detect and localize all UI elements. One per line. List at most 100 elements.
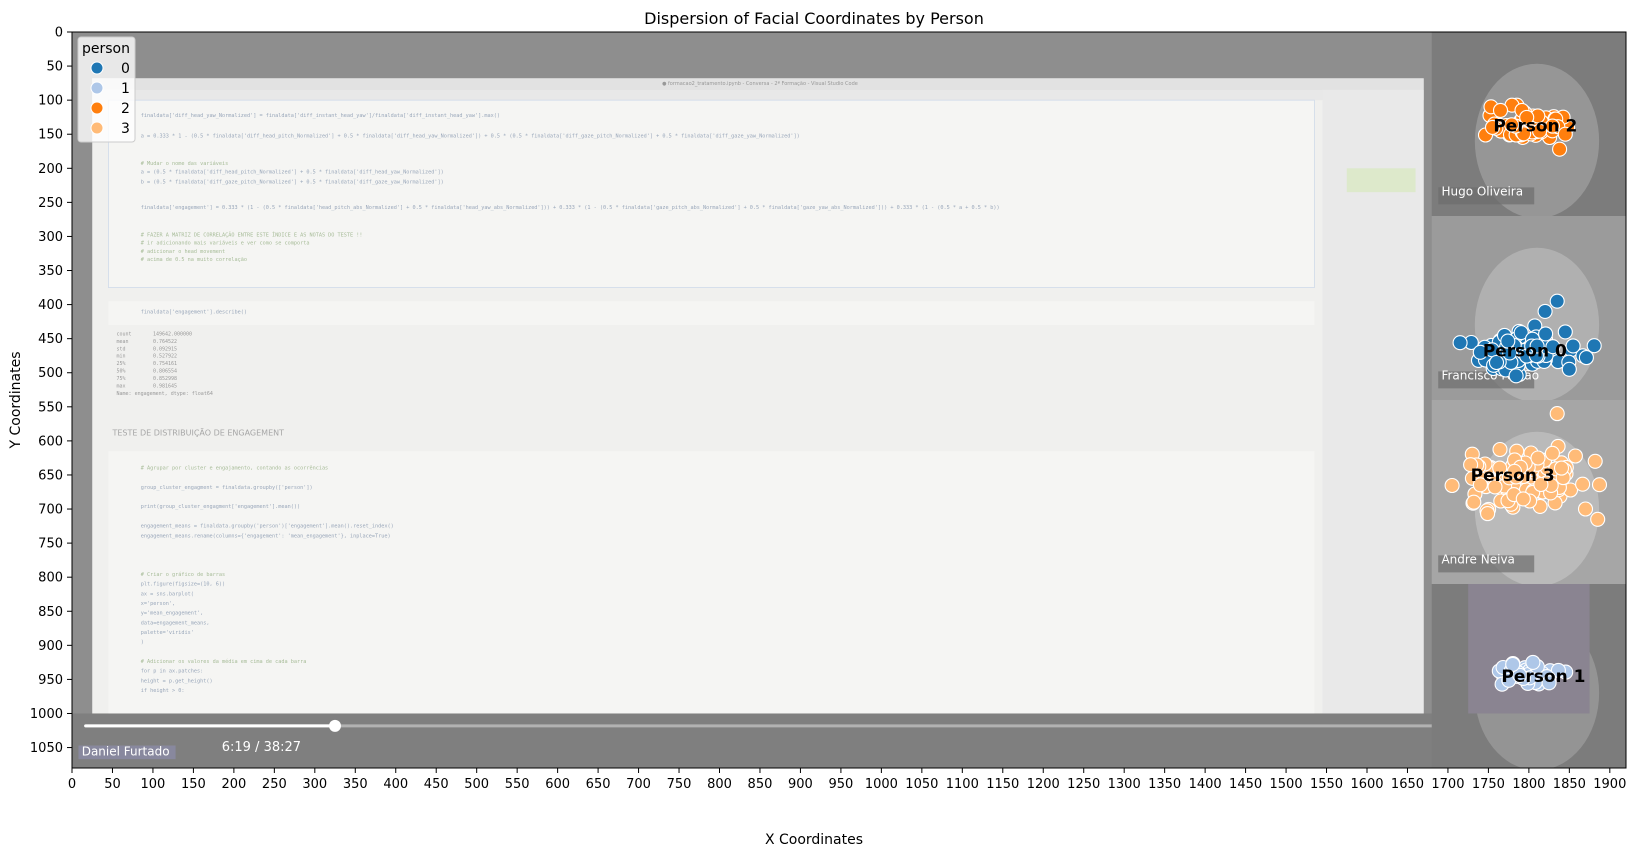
- data-point: [1567, 448, 1583, 464]
- data-point: [1492, 441, 1508, 458]
- y-tick-label: 600: [38, 434, 63, 449]
- x-tick-label: 1700: [1431, 777, 1464, 792]
- legend-marker: [90, 101, 104, 115]
- x-tick-label: 850: [748, 777, 773, 792]
- x-tick-label: 1400: [1189, 777, 1222, 792]
- data-point: [1590, 511, 1606, 527]
- x-tick-label: 200: [221, 777, 246, 792]
- x-axis: 0 50 100 150 200 250 300 350 400 450 500 550 600 650 7…: [68, 768, 1626, 792]
- x-axis-title: X Coordinates: [765, 832, 863, 848]
- data-point: [1492, 102, 1509, 118]
- y-tick-label: 200: [38, 162, 63, 177]
- x-tick-label: 1100: [946, 777, 979, 792]
- data-point: [1578, 350, 1594, 366]
- x-tick-label: 650: [586, 777, 611, 792]
- x-tick-label: 1900: [1593, 777, 1626, 792]
- data-point: [1466, 494, 1482, 510]
- video-frame-background: ● formacao2_tratamento.ipynb - Conversa …: [72, 32, 1626, 768]
- data-point: [1444, 477, 1460, 494]
- x-tick-label: 800: [707, 777, 732, 792]
- data-point: [1452, 335, 1468, 351]
- y-tick-label: 650: [38, 468, 63, 483]
- x-tick-label: 1150: [986, 777, 1019, 792]
- y-tick-label: 900: [38, 639, 63, 654]
- x-tick-label: 1000: [865, 777, 898, 792]
- x-tick-label: 1750: [1472, 777, 1505, 792]
- data-point: [1561, 361, 1577, 377]
- legend-marker: [90, 121, 104, 135]
- frame-overlay: [72, 32, 1626, 768]
- x-tick-label: 100: [141, 777, 166, 792]
- person-label: Person 1: [1501, 667, 1585, 687]
- data-point: [1549, 293, 1565, 309]
- data-point: [1591, 477, 1608, 493]
- y-tick-label: 700: [38, 503, 63, 518]
- y-tick-label: 950: [38, 673, 63, 688]
- x-tick-label: 600: [545, 777, 570, 792]
- x-tick-label: 0: [68, 777, 76, 792]
- y-tick-label: 50: [46, 60, 63, 75]
- y-tick-label: 850: [38, 605, 63, 620]
- data-point: [1565, 338, 1581, 354]
- y-tick-label: 350: [38, 264, 63, 279]
- y-tick-label: 500: [38, 366, 63, 381]
- x-tick-label: 1450: [1229, 777, 1262, 792]
- data-point: [1530, 450, 1546, 466]
- chart-title: Dispersion of Facial Coordinates by Pers…: [644, 9, 984, 28]
- y-tick-label: 550: [38, 400, 63, 415]
- x-tick-label: 250: [262, 777, 287, 792]
- x-tick-label: 1200: [1027, 777, 1060, 792]
- data-point: [1538, 326, 1554, 342]
- data-point: [1557, 324, 1573, 340]
- x-tick-label: 1600: [1350, 777, 1383, 792]
- data-point: [1480, 506, 1496, 522]
- x-tick-label: 1500: [1270, 777, 1303, 792]
- data-point: [1537, 303, 1553, 319]
- legend-label: 3: [121, 121, 130, 137]
- x-tick-label: 550: [505, 777, 530, 792]
- scatter-chart: Dispersion of Facial Coordinates by Pers…: [8, 9, 1627, 848]
- data-point: [1587, 453, 1603, 469]
- person-label: Person 3: [1471, 466, 1555, 486]
- data-point: [1577, 501, 1594, 517]
- y-tick-label: 800: [38, 571, 63, 586]
- y-tick-label: 1000: [30, 707, 63, 722]
- legend-title: person: [82, 41, 130, 57]
- data-point: [1508, 368, 1524, 384]
- data-point: [1553, 460, 1570, 476]
- y-tick-label: 100: [38, 94, 63, 109]
- data-point: [1586, 338, 1602, 354]
- legend-label: 2: [121, 101, 130, 117]
- x-tick-label: 700: [626, 777, 651, 792]
- x-tick-label: 1800: [1512, 777, 1545, 792]
- y-axis-title: Y Coordinates: [8, 351, 24, 449]
- x-tick-label: 50: [104, 777, 121, 792]
- x-tick-label: 350: [343, 777, 368, 792]
- legend-marker: [90, 61, 104, 75]
- y-tick-label: 150: [38, 128, 63, 143]
- x-tick-label: 1550: [1310, 777, 1343, 792]
- y-tick-label: 400: [38, 298, 63, 313]
- x-tick-label: 150: [181, 777, 206, 792]
- y-tick-label: 750: [38, 537, 63, 552]
- y-tick-label: 450: [38, 332, 63, 347]
- x-tick-label: 500: [464, 777, 489, 792]
- data-point: [1515, 491, 1531, 507]
- x-tick-label: 1850: [1553, 777, 1586, 792]
- y-tick-label: 300: [38, 230, 63, 245]
- x-tick-label: 400: [383, 777, 408, 792]
- y-tick-label: 1050: [30, 741, 63, 756]
- legend-marker: [90, 81, 104, 95]
- person-label: Person 2: [1493, 116, 1577, 136]
- x-tick-label: 1300: [1108, 777, 1141, 792]
- person-label: Person 0: [1483, 341, 1567, 361]
- x-tick-label: 750: [667, 777, 692, 792]
- data-point: [1552, 141, 1568, 157]
- data-point: [1549, 406, 1565, 422]
- x-tick-label: 300: [302, 777, 327, 792]
- x-tick-label: 1350: [1148, 777, 1181, 792]
- legend-label: 1: [121, 81, 130, 97]
- legend: person 0 1 2 3: [77, 36, 136, 143]
- legend-label: 0: [121, 61, 130, 77]
- x-tick-label: 1050: [905, 777, 938, 792]
